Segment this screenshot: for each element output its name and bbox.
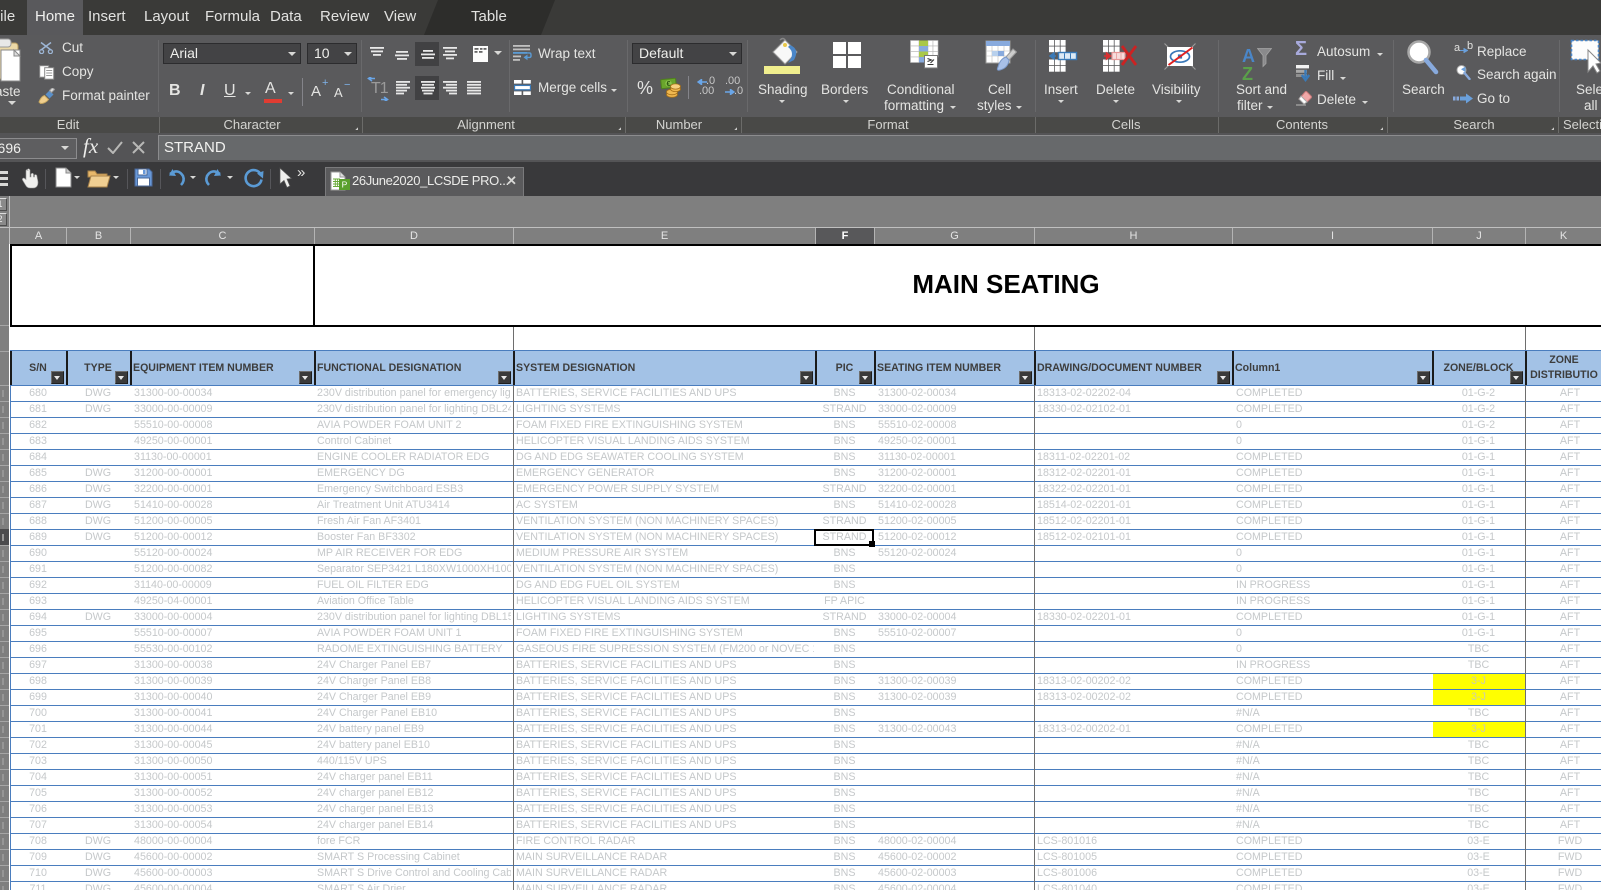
svg-text:P: P [342, 180, 348, 190]
